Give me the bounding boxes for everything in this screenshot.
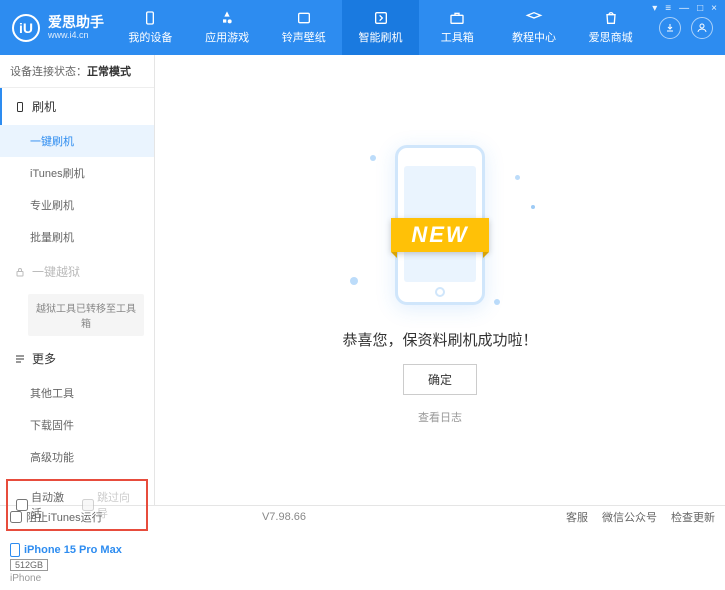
maximize-icon[interactable]: □: [697, 3, 703, 14]
phone-icon: [14, 101, 26, 113]
top-nav: 我的设备 应用游戏 铃声壁纸 智能刷机 工具箱 教程中心 爱思商城: [112, 0, 649, 55]
flash-icon: [372, 10, 390, 26]
link-update[interactable]: 检查更新: [671, 509, 715, 525]
header-actions: [659, 17, 713, 39]
apps-icon: [218, 10, 236, 26]
app-title: 爱思助手: [48, 15, 104, 30]
section-more[interactable]: 更多: [0, 340, 154, 377]
device-type: iPhone: [10, 573, 144, 584]
sidebar-item-pro-flash[interactable]: 专业刷机: [0, 189, 154, 221]
nav-store[interactable]: 爱思商城: [572, 0, 649, 55]
nav-my-device[interactable]: 我的设备: [112, 0, 189, 55]
device-icon: [141, 10, 159, 26]
device-storage: 512GB: [10, 559, 48, 571]
app-header: ▾ ≡ — □ × iU 爱思助手 www.i4.cn 我的设备 应用游戏 铃声…: [0, 0, 725, 55]
menu-icon[interactable]: ≡: [665, 3, 671, 14]
link-wechat[interactable]: 微信公众号: [602, 509, 657, 525]
sidebar-item-download-firmware[interactable]: 下载固件: [0, 409, 154, 441]
media-icon: [295, 10, 313, 26]
confirm-button[interactable]: 确定: [403, 364, 477, 395]
list-icon: [14, 353, 26, 365]
sidebar: 设备连接状态：正常模式 刷机 一键刷机 iTunes刷机 专业刷机 批量刷机 一…: [0, 55, 155, 505]
checkbox-block-itunes[interactable]: 阻止iTunes运行: [10, 509, 103, 525]
jailbreak-note: 越狱工具已转移至工具箱: [28, 294, 144, 336]
connection-status: 设备连接状态：正常模式: [0, 55, 154, 88]
user-button[interactable]: [691, 17, 713, 39]
sidebar-item-other-tools[interactable]: 其他工具: [0, 377, 154, 409]
logo: iU 爱思助手 www.i4.cn: [12, 14, 112, 42]
tutorial-icon: [525, 10, 543, 26]
sidebar-item-oneclick-flash[interactable]: 一键刷机: [0, 125, 154, 157]
dropdown-icon[interactable]: ▾: [652, 3, 657, 14]
logo-icon: iU: [12, 14, 40, 42]
connected-device: iPhone 15 Pro Max 512GB iPhone: [0, 537, 154, 590]
version-label: V7.98.66: [262, 511, 306, 523]
main-content: NEW 恭喜您，保资料刷机成功啦！ 确定 查看日志: [155, 55, 725, 505]
window-controls: ▾ ≡ — □ ×: [652, 3, 717, 14]
nav-ringtones[interactable]: 铃声壁纸: [265, 0, 342, 55]
app-url: www.i4.cn: [48, 30, 104, 40]
nav-apps[interactable]: 应用游戏: [189, 0, 266, 55]
success-illustration: NEW: [340, 135, 540, 315]
store-icon: [602, 10, 620, 26]
sidebar-item-itunes-flash[interactable]: iTunes刷机: [0, 157, 154, 189]
section-jailbreak: 一键越狱: [0, 253, 154, 290]
minimize-icon[interactable]: —: [679, 3, 689, 14]
sidebar-item-batch-flash[interactable]: 批量刷机: [0, 221, 154, 253]
nav-toolbox[interactable]: 工具箱: [419, 0, 496, 55]
phone-icon: [10, 543, 20, 557]
view-log-link[interactable]: 查看日志: [418, 409, 462, 425]
nav-smart-flash[interactable]: 智能刷机: [342, 0, 419, 55]
toolbox-icon: [448, 10, 466, 26]
lock-icon: [14, 266, 26, 278]
link-support[interactable]: 客服: [566, 509, 588, 525]
nav-tutorials[interactable]: 教程中心: [496, 0, 573, 55]
success-message: 恭喜您，保资料刷机成功啦！: [342, 329, 537, 350]
download-button[interactable]: [659, 17, 681, 39]
section-flash[interactable]: 刷机: [0, 88, 154, 125]
device-name: iPhone 15 Pro Max: [24, 544, 122, 556]
footer-links: 客服 微信公众号 检查更新: [566, 509, 715, 525]
close-icon[interactable]: ×: [711, 3, 717, 14]
sidebar-item-advanced[interactable]: 高级功能: [0, 441, 154, 473]
new-ribbon: NEW: [391, 218, 488, 252]
